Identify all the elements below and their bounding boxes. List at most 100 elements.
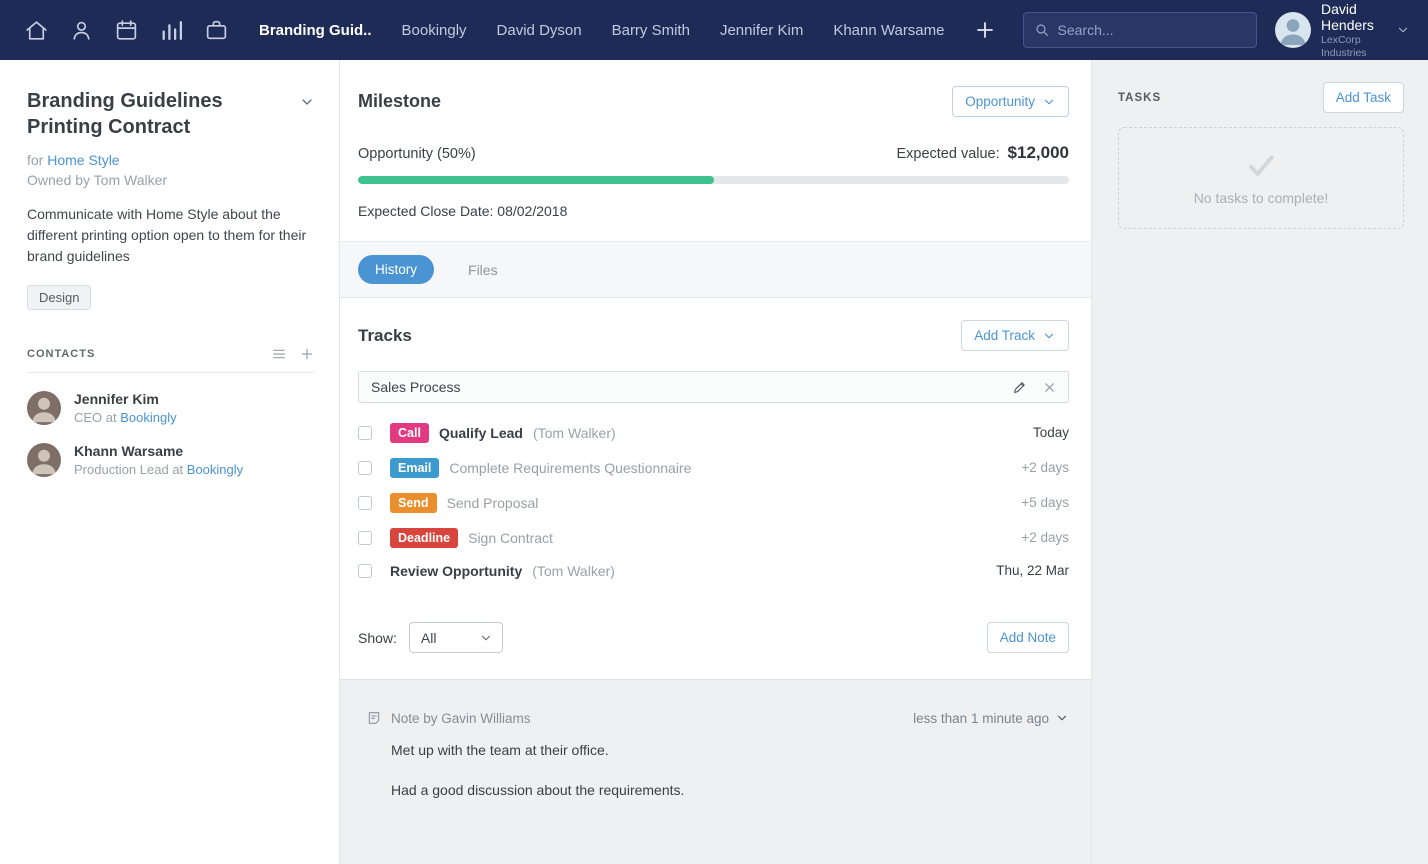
- add-track-button[interactable]: Add Track: [961, 320, 1069, 351]
- empty-tasks-message: No tasks to complete!: [1194, 190, 1329, 206]
- reports-icon[interactable]: [159, 18, 184, 43]
- task-due: +5 days: [1021, 495, 1069, 510]
- tracks-title: Tracks: [358, 326, 412, 346]
- nav-tab-khann-warsame[interactable]: Khann Warsame: [833, 22, 944, 39]
- opportunity-owner: Owned by Tom Walker: [27, 172, 315, 188]
- main-panel: Milestone Opportunity Opportunity (50%) …: [340, 60, 1092, 864]
- chevron-down-icon: [1396, 23, 1410, 37]
- milestone-section: Milestone Opportunity Opportunity (50%) …: [340, 60, 1091, 241]
- contact-org-link[interactable]: Bookingly: [187, 462, 243, 477]
- milestone-title: Milestone: [358, 91, 441, 112]
- contact-org-link[interactable]: Bookingly: [120, 410, 176, 425]
- chevron-down-icon[interactable]: [299, 94, 315, 110]
- task-title[interactable]: Review Opportunity: [390, 563, 522, 579]
- expected-close-date: Expected Close Date: 08/02/2018: [358, 203, 1069, 219]
- company-link[interactable]: Home Style: [47, 152, 119, 168]
- history-feed: Note by Gavin Williams less than 1 minut…: [340, 679, 1091, 864]
- nav-tab-bookingly[interactable]: Bookingly: [402, 22, 467, 39]
- track-item: Email Complete Requirements Questionnair…: [358, 450, 1069, 485]
- user-menu[interactable]: David Henders LexCorp Industries: [1275, 1, 1410, 60]
- opportunity-description: Communicate with Home Style about the di…: [27, 204, 315, 267]
- chevron-down-icon: [479, 631, 493, 645]
- track-item: Call Qualify Lead (Tom Walker) Today: [358, 415, 1069, 450]
- chevron-down-icon: [1055, 711, 1069, 725]
- for-label: for: [27, 152, 43, 168]
- task-due: +2 days: [1021, 530, 1069, 545]
- opportunity-dropdown-button[interactable]: Opportunity: [952, 86, 1069, 117]
- track-items: Call Qualify Lead (Tom Walker) Today Ema…: [358, 415, 1069, 586]
- tracks-section: Tracks Add Track Sales Process: [340, 298, 1091, 679]
- task-owner: (Tom Walker): [532, 563, 615, 579]
- contacts-header: CONTACTS: [27, 346, 315, 373]
- nav-tab-david-dyson[interactable]: David Dyson: [497, 22, 582, 39]
- track-item: Review Opportunity (Tom Walker) Thu, 22 …: [358, 555, 1069, 586]
- note-timestamp: less than 1 minute ago: [913, 711, 1049, 726]
- opportunity-button-label: Opportunity: [965, 94, 1035, 109]
- contact-role-text: Production Lead: [74, 462, 169, 477]
- add-contact-icon[interactable]: [299, 346, 315, 362]
- add-task-button[interactable]: Add Task: [1323, 82, 1404, 113]
- home-icon[interactable]: [24, 18, 49, 43]
- people-icon[interactable]: [69, 18, 94, 43]
- tab-files[interactable]: Files: [468, 262, 498, 278]
- task-checkbox[interactable]: [358, 564, 372, 578]
- calendar-icon[interactable]: [114, 18, 139, 43]
- opportunity-progress-bar: [358, 176, 1069, 184]
- navbar-icon-group: [24, 18, 229, 43]
- search-box[interactable]: [1023, 12, 1258, 48]
- task-title[interactable]: Send Proposal: [447, 495, 539, 511]
- tab-history[interactable]: History: [358, 255, 434, 284]
- remove-track-icon[interactable]: [1043, 381, 1056, 394]
- task-title[interactable]: Complete Requirements Questionnaire: [449, 460, 691, 476]
- empty-tasks-box: No tasks to complete!: [1118, 127, 1404, 229]
- note-text-line: Had a good discussion about the requirem…: [391, 782, 1069, 798]
- task-checkbox[interactable]: [358, 496, 372, 510]
- add-track-label: Add Track: [974, 328, 1035, 343]
- top-navbar: Branding Guid.. Bookingly David Dyson Ba…: [0, 0, 1428, 60]
- contact-avatar: [27, 443, 61, 477]
- tag-design[interactable]: Design: [27, 285, 91, 310]
- check-icon: [1245, 150, 1277, 182]
- track-name-bar: Sales Process: [358, 371, 1069, 403]
- category-badge: Email: [390, 458, 439, 478]
- note-icon: [366, 710, 382, 726]
- show-label: Show:: [358, 630, 397, 646]
- task-title[interactable]: Sign Contract: [468, 530, 553, 546]
- note-author: Note by Gavin Williams: [391, 711, 531, 726]
- add-note-button[interactable]: Add Note: [987, 622, 1069, 653]
- list-view-icon[interactable]: [271, 346, 287, 362]
- task-checkbox[interactable]: [358, 461, 372, 475]
- navbar-tabs: Branding Guid.. Bookingly David Dyson Ba…: [259, 22, 945, 39]
- contact-row[interactable]: Khann Warsame Production Lead at Booking…: [27, 443, 315, 477]
- add-icon[interactable]: [973, 18, 997, 42]
- contact-row[interactable]: Jennifer Kim CEO at Bookingly: [27, 391, 315, 425]
- task-checkbox[interactable]: [358, 531, 372, 545]
- task-due: Thu, 22 Mar: [996, 563, 1069, 578]
- search-input[interactable]: [1058, 22, 1247, 38]
- note-text-line: Met up with the team at their office.: [391, 742, 1069, 758]
- show-filter-select[interactable]: All: [409, 622, 503, 653]
- track-item: Send Send Proposal +5 days: [358, 485, 1069, 520]
- category-badge: Deadline: [390, 528, 458, 548]
- nav-tab-jennifer-kim[interactable]: Jennifer Kim: [720, 22, 803, 39]
- task-title[interactable]: Qualify Lead: [439, 425, 523, 441]
- cases-icon[interactable]: [204, 18, 229, 43]
- at-label: at: [172, 462, 183, 477]
- user-organisation: LexCorp Industries: [1321, 34, 1386, 59]
- nav-tab-barry-smith[interactable]: Barry Smith: [612, 22, 690, 39]
- edit-track-icon[interactable]: [1012, 380, 1027, 395]
- progress-fill: [358, 176, 714, 184]
- task-checkbox[interactable]: [358, 426, 372, 440]
- contact-name: Khann Warsame: [74, 443, 243, 459]
- expected-value: $12,000: [1008, 143, 1069, 162]
- note-time-menu[interactable]: less than 1 minute ago: [913, 711, 1069, 726]
- contact-name: Jennifer Kim: [74, 391, 177, 407]
- contact-role-text: CEO: [74, 410, 102, 425]
- opportunity-title: Branding Guidelines Printing Contract: [27, 88, 287, 140]
- history-files-tabbar: History Files: [340, 241, 1091, 298]
- user-name: David Henders: [1321, 1, 1386, 35]
- contacts-title: CONTACTS: [27, 348, 95, 360]
- search-icon: [1034, 22, 1050, 38]
- nav-tab-branding-guidelines[interactable]: Branding Guid..: [259, 22, 372, 39]
- task-owner: (Tom Walker): [533, 425, 616, 441]
